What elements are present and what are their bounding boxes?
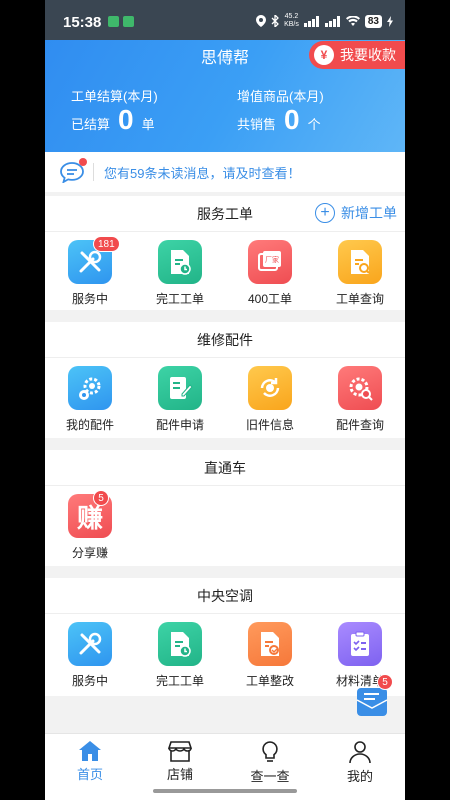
- tab-label: 我的: [346, 769, 373, 784]
- checklist-icon: [338, 622, 382, 666]
- completed-doc-icon: [158, 622, 202, 666]
- home-indicator: [153, 789, 297, 793]
- section-title: 维修配件: [45, 322, 405, 358]
- location-icon: [256, 15, 267, 27]
- repair-parts-section: 维修配件 我的配件 配件申请 旧件信息 配件查询: [45, 322, 405, 438]
- signal-icon: [303, 15, 319, 27]
- network-speed: 45.2 KB/s: [284, 13, 299, 28]
- status-time: 15:38: [63, 14, 102, 31]
- recycle-gear-icon: [248, 366, 292, 410]
- person-icon: [349, 741, 371, 764]
- grid-item-order-query[interactable]: 工单查询: [315, 240, 405, 307]
- home-icon: [79, 741, 101, 761]
- status-app-icons: [108, 16, 134, 27]
- grid-item-label: 完工工单: [155, 292, 204, 306]
- factory-doc-icon: 厂家: [248, 240, 292, 284]
- grid-item-label: 工单整改: [245, 674, 294, 688]
- grid-item-order-rectify[interactable]: 工单整改: [225, 622, 315, 689]
- tab-home[interactable]: 首页: [45, 734, 135, 800]
- doc-fix-icon: [248, 622, 292, 666]
- unread-message-text: 您有59条未读消息，请及时查看！: [104, 165, 301, 181]
- express-section: 直通车 赚 5 分享赚: [45, 450, 405, 566]
- grid-item-label: 旧件信息: [245, 418, 294, 432]
- unread-dot: [79, 158, 87, 166]
- tab-label: 查一查: [250, 769, 290, 784]
- status-bar: 15:38 45.2 KB/s 83: [45, 0, 405, 40]
- add-order-label: 新增工单: [341, 205, 397, 221]
- tab-mine[interactable]: 我的: [315, 734, 405, 800]
- order-settlement-stat[interactable]: 已结算 0 单: [71, 104, 155, 136]
- lightbulb-icon: [262, 741, 278, 762]
- section-title: 中央空调: [45, 578, 405, 614]
- grid-item-parts-query[interactable]: 配件查询: [315, 366, 405, 433]
- signal-icon-2: [324, 15, 340, 27]
- value-added-label: 增值商品(本月): [237, 89, 324, 104]
- count-badge: 181: [93, 236, 120, 252]
- count-badge: 5: [93, 490, 109, 506]
- collect-payment-label: 我要收款: [340, 47, 396, 63]
- sold-prefix: 共销售: [237, 117, 277, 132]
- completed-doc-icon: [158, 240, 202, 284]
- grid-item-label: 配件查询: [335, 418, 384, 432]
- collect-payment-button[interactable]: ¥ 我要收款: [309, 41, 405, 69]
- grid-item-label: 我的配件: [65, 418, 114, 432]
- tab-label: 首页: [76, 767, 103, 782]
- grid-item-label: 服务中: [71, 292, 108, 306]
- shop-icon: [168, 741, 192, 762]
- bluetooth-icon: [271, 15, 279, 27]
- factory-tag: 厂家: [265, 255, 279, 264]
- grid-item-completed-orders[interactable]: 完工工单: [135, 240, 225, 307]
- chat-bubble-icon: [59, 158, 87, 184]
- plus-icon: +: [315, 203, 335, 223]
- grid-item-label: 400工单: [247, 292, 293, 306]
- grid-item-old-parts-info[interactable]: 旧件信息: [225, 366, 315, 433]
- status-indicators: 45.2 KB/s 83: [256, 13, 393, 29]
- central-ac-section: 中央空调 服务中 完工工单 工单整改 材料清单: [45, 578, 405, 696]
- grid-item-my-parts[interactable]: 我的配件: [45, 366, 135, 433]
- divider: [93, 163, 94, 181]
- service-orders-section: 服务工单 + 新增工单 181 服务中 完工工单 厂家 400工单 工单查询: [45, 196, 405, 310]
- section-title: 直通车: [45, 450, 405, 486]
- grid-item-label: 工单查询: [335, 292, 384, 306]
- grid-item-in-service[interactable]: 181 服务中: [45, 236, 135, 307]
- grid-item-label: 服务中: [71, 674, 108, 688]
- add-order-button[interactable]: + 新增工单: [315, 203, 397, 223]
- tab-label: 店铺: [166, 767, 193, 782]
- value-added-stat[interactable]: 共销售 0 个: [237, 104, 321, 136]
- app-screen: 15:38 45.2 KB/s 83 思傅帮 ¥ 我要收款 工单结算(本月) 已结…: [45, 0, 405, 800]
- form-edit-icon: [158, 366, 202, 410]
- section-title: 服务工单 + 新增工单: [45, 196, 405, 232]
- grid-item-hvac-completed[interactable]: 完工工单: [135, 622, 225, 689]
- charging-icon: [387, 15, 393, 27]
- yuan-icon: ¥: [314, 45, 334, 65]
- header-banner: 15:38 45.2 KB/s 83 思傅帮 ¥ 我要收款 工单结算(本月) 已结…: [45, 0, 405, 152]
- settled-unit: 单: [141, 117, 155, 132]
- sold-unit: 个: [307, 117, 321, 132]
- service-orders-title: 服务工单: [197, 205, 253, 222]
- grid-item-parts-request[interactable]: 配件申请: [135, 366, 225, 433]
- gear-search-icon: [338, 366, 382, 410]
- order-settlement-label: 工单结算(本月): [71, 89, 158, 104]
- battery-level: 83: [364, 14, 382, 28]
- grid-item-label: 配件申请: [155, 418, 204, 432]
- grid-item-label: 分享赚: [71, 546, 108, 560]
- wifi-icon: [345, 15, 360, 26]
- count-badge: 5: [377, 674, 393, 690]
- sold-count: 0: [284, 104, 300, 135]
- grid-item-label: 完工工单: [155, 674, 204, 688]
- doc-search-icon: [338, 240, 382, 284]
- message-notice[interactable]: 您有59条未读消息，请及时查看！: [45, 152, 405, 192]
- gears-icon: [68, 366, 112, 410]
- settled-prefix: 已结算: [71, 117, 111, 132]
- grid-item-400-orders[interactable]: 厂家 400工单: [225, 240, 315, 307]
- grid-item-share-earn[interactable]: 赚 5 分享赚: [45, 490, 135, 561]
- settled-count: 0: [118, 104, 134, 135]
- floating-message-button[interactable]: 5: [355, 674, 393, 718]
- grid-item-hvac-in-service[interactable]: 服务中: [45, 622, 135, 689]
- tools-icon: [68, 622, 112, 666]
